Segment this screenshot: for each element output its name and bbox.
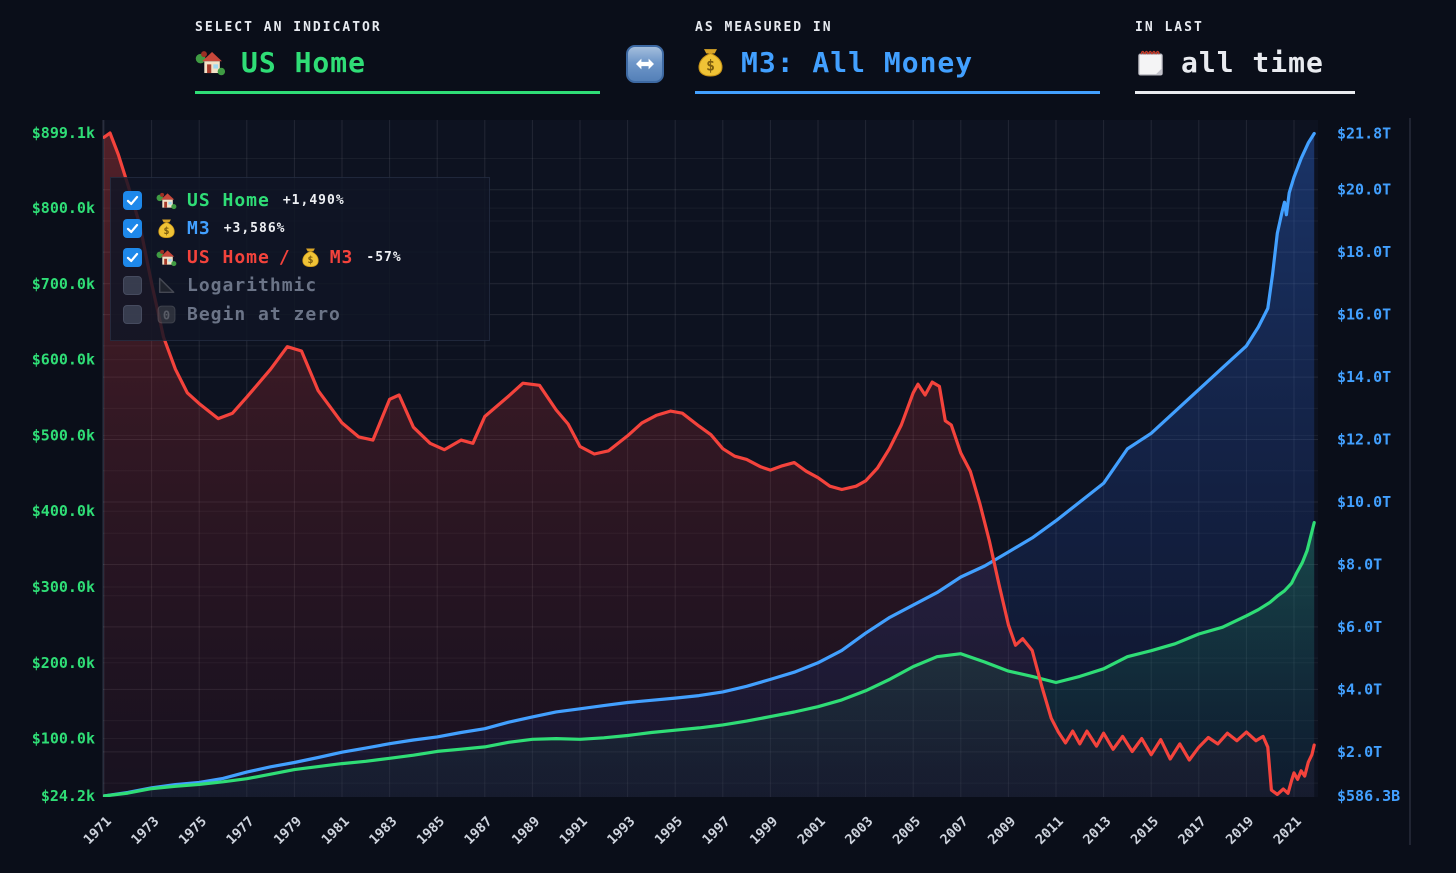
- left-axis-tick: $800.0k: [32, 199, 95, 217]
- house-icon: [156, 247, 177, 268]
- measure-value[interactable]: M3: All Money: [741, 46, 973, 79]
- x-axis-tick: 2009: [985, 814, 1019, 848]
- x-axis-tick: 1981: [319, 814, 353, 848]
- swap-icon: [633, 52, 657, 76]
- left-axis-tick: $500.0k: [32, 426, 95, 444]
- legend-series-label: /: [278, 246, 291, 268]
- svg-text:$: $: [163, 226, 169, 237]
- moneybag-icon: $: [300, 247, 321, 268]
- right-axis-tick: $20.0T: [1337, 181, 1391, 199]
- x-axis-tick: 1973: [128, 814, 162, 848]
- x-axis-tick: 1987: [461, 814, 495, 848]
- x-axis-tick: 1977: [223, 814, 257, 848]
- x-axis-tick: 1993: [604, 814, 638, 848]
- right-axis-labels: $21.8T $20.0T $18.0T $16.0T $14.0T $12.0T $10.…: [1337, 124, 1400, 805]
- period-selector-label: IN LAST: [1135, 20, 1204, 35]
- legend-series-delta: +3,586%: [223, 221, 286, 237]
- svg-text:$: $: [307, 255, 313, 266]
- chart: $899.1k $800.0k $700.0k $600.0k $500.0k $400.…: [32, 118, 1411, 848]
- x-axis-tick: 2007: [937, 814, 971, 848]
- svg-text:0: 0: [163, 308, 170, 322]
- right-axis-tick: $586.3B: [1337, 787, 1400, 805]
- legend-series-delta: +1,490%: [282, 192, 345, 208]
- x-axis-tick: 1983: [366, 814, 400, 848]
- legend-row-us-home-m3: US Home / $ M3 -57%: [123, 243, 489, 272]
- left-axis-tick: $24.2k: [41, 787, 95, 805]
- checkbox-checked[interactable]: [123, 219, 142, 239]
- moneybag-icon: $: [156, 218, 177, 239]
- x-axis-tick: 2013: [1080, 814, 1114, 848]
- right-axis-tick: $16.0T: [1337, 306, 1391, 324]
- x-axis-tick: 2003: [842, 814, 876, 848]
- left-axis-tick: $400.0k: [32, 502, 95, 520]
- x-axis-tick: 1997: [699, 814, 733, 848]
- calendar-icon: [1135, 47, 1166, 78]
- indicator-value[interactable]: US Home: [241, 46, 366, 79]
- indicator-selector-label: SELECT AN INDICATOR: [195, 20, 382, 35]
- right-axis-tick: $2.0T: [1337, 743, 1382, 761]
- x-axis-tick: 1999: [747, 814, 781, 848]
- right-axis-tick: $10.0T: [1337, 493, 1391, 511]
- x-axis-labels: 1971 1973 1975 1977 1979 1981 1983 1985 1987 1989…: [81, 814, 1305, 848]
- priced-in-app: $899.1k $800.0k $700.0k $600.0k $500.0k $400.…: [0, 0, 1456, 873]
- svg-text:$: $: [706, 57, 715, 74]
- x-axis-tick: 2017: [1175, 814, 1209, 848]
- right-axis-tick: $8.0T: [1337, 555, 1382, 573]
- right-axis-tick: $14.0T: [1337, 368, 1391, 386]
- house-icon: [156, 190, 177, 211]
- legend-series-label: US Home: [187, 189, 270, 211]
- legend: US Home +1,490% $ M3 +3,586% US Home / $ M3 -57% L…: [110, 177, 490, 341]
- legend-series-label: US Home: [187, 246, 270, 268]
- swap-button[interactable]: [626, 45, 664, 83]
- x-axis-tick: 1971: [81, 814, 115, 848]
- legend-row-begin-at-zero: 0 Begin at zero: [123, 300, 489, 329]
- period-selector[interactable]: IN LAST all time: [1135, 20, 1355, 94]
- left-axis-tick: $600.0k: [32, 351, 95, 369]
- legend-series-delta: -57%: [366, 249, 402, 265]
- x-axis-tick: 1991: [557, 814, 591, 848]
- indicator-selector[interactable]: SELECT AN INDICATOR US Home: [195, 20, 600, 94]
- left-axis-tick: $700.0k: [32, 275, 95, 293]
- measure-selector[interactable]: AS MEASURED IN $ M3: All Money: [695, 20, 1100, 94]
- x-axis-tick: 2001: [795, 814, 829, 848]
- checkbox-unchecked[interactable]: [123, 276, 142, 296]
- x-axis-tick: 1989: [509, 814, 543, 848]
- ruler-icon: [156, 275, 177, 296]
- legend-option-label: Logarithmic: [187, 275, 318, 297]
- legend-series-label: M3: [329, 246, 354, 268]
- measure-selector-label: AS MEASURED IN: [695, 20, 833, 35]
- legend-series-label: M3: [187, 218, 211, 240]
- x-axis-tick: 2019: [1223, 814, 1257, 848]
- moneybag-icon: $: [695, 47, 726, 78]
- legend-row-m3: $ M3 +3,586%: [123, 215, 489, 244]
- left-axis-tick: $300.0k: [32, 578, 95, 596]
- x-axis-tick: 2005: [890, 814, 924, 848]
- legend-row-us-home: US Home +1,490%: [123, 186, 489, 215]
- left-axis-tick: $899.1k: [32, 124, 95, 142]
- right-axis-tick: $6.0T: [1337, 618, 1382, 636]
- x-axis-tick: 1979: [271, 814, 305, 848]
- legend-row-logarithmic: Logarithmic: [123, 272, 489, 301]
- period-value[interactable]: all time: [1181, 46, 1324, 79]
- zero-icon: 0: [156, 304, 177, 325]
- checkbox-checked[interactable]: [123, 190, 142, 210]
- left-axis-labels: $899.1k $800.0k $700.0k $600.0k $500.0k $400.…: [32, 124, 95, 805]
- x-axis-tick: 2021: [1271, 814, 1305, 848]
- left-axis-tick: $100.0k: [32, 730, 95, 748]
- left-axis-tick: $200.0k: [32, 654, 95, 672]
- x-axis-tick: 1995: [652, 814, 686, 848]
- x-axis-tick: 1975: [176, 814, 210, 848]
- checkbox-unchecked[interactable]: [123, 304, 142, 324]
- x-axis-tick: 2011: [1033, 814, 1067, 848]
- legend-option-label: Begin at zero: [187, 303, 341, 325]
- right-axis-tick: $12.0T: [1337, 431, 1391, 449]
- x-axis-tick: 1985: [414, 814, 448, 848]
- house-icon: [195, 47, 226, 78]
- right-axis-tick: $4.0T: [1337, 680, 1382, 698]
- right-axis-tick: $21.8T: [1337, 124, 1391, 142]
- right-axis-tick: $18.0T: [1337, 243, 1391, 261]
- checkbox-checked[interactable]: [123, 247, 142, 267]
- x-axis-tick: 2015: [1128, 814, 1162, 848]
